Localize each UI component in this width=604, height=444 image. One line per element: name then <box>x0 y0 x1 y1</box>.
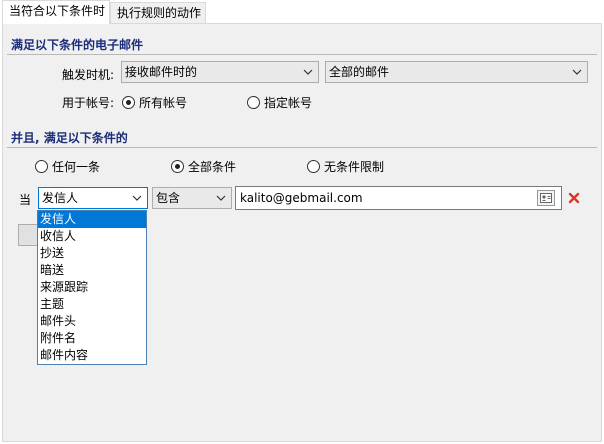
radio-no-condition[interactable]: 无条件限制 <box>307 158 384 175</box>
chevron-down-icon <box>215 188 227 208</box>
dropdown-option[interactable]: 发信人 <box>38 211 146 228</box>
operator-combo-value: 包含 <box>156 191 181 205</box>
tab-conditions[interactable]: 当符合以下条件时 <box>2 0 110 24</box>
delete-x-icon[interactable] <box>566 190 582 206</box>
radio-specific-account[interactable]: 指定帐号 <box>247 94 312 111</box>
radio-dot-icon <box>122 96 135 109</box>
condition-text-input[interactable]: kalito@gebmail.com <box>235 186 562 210</box>
trigger-label: 触发时机: <box>62 68 115 82</box>
account-label: 用于帐号: <box>62 96 115 110</box>
chevron-down-icon <box>131 188 143 208</box>
condition-prefix: 当 <box>19 193 32 207</box>
radio-dot-icon <box>247 96 260 109</box>
radio-any-condition-label: 任何一条 <box>52 160 101 174</box>
radio-all-conditions-label: 全部条件 <box>188 160 237 174</box>
trigger-combo-value: 接收邮件时的 <box>125 65 198 79</box>
trigger-combo[interactable]: 接收邮件时的 <box>121 61 319 83</box>
field-dropdown-list: 发信人 收信人 抄送 暗送 来源跟踪 主题 邮件头 附件名 邮件内容 <box>37 210 147 365</box>
dropdown-option[interactable]: 抄送 <box>38 245 146 262</box>
dropdown-option[interactable]: 邮件头 <box>38 313 146 330</box>
address-book-icon[interactable] <box>537 190 555 206</box>
dropdown-option[interactable]: 邮件内容 <box>38 347 146 364</box>
dropdown-option[interactable]: 来源跟踪 <box>38 279 146 296</box>
radio-all-accounts-label: 所有帐号 <box>139 96 188 110</box>
dropdown-option[interactable]: 暗送 <box>38 262 146 279</box>
tab-actions[interactable]: 执行规则的动作 <box>110 2 206 24</box>
radio-no-condition-label: 无条件限制 <box>324 160 385 174</box>
chevron-down-icon <box>302 62 314 82</box>
radio-specific-account-label: 指定帐号 <box>264 96 313 110</box>
radio-dot-icon <box>35 160 48 173</box>
radio-dot-icon <box>171 160 184 173</box>
chevron-down-icon <box>571 62 583 82</box>
field-combo[interactable]: 发信人 <box>38 187 148 209</box>
condition-text-value: kalito@gebmail.com <box>240 191 363 205</box>
tab-bar: 当符合以下条件时 执行规则的动作 <box>0 0 604 24</box>
radio-all-accounts[interactable]: 所有帐号 <box>122 94 187 111</box>
radio-dot-icon <box>307 160 320 173</box>
operator-combo[interactable]: 包含 <box>152 187 232 209</box>
radio-all-conditions[interactable]: 全部条件 <box>171 158 236 175</box>
section-and-title: 并且, 满足以下条件的 <box>11 131 128 145</box>
section-email-title: 满足以下条件的电子邮件 <box>11 38 144 52</box>
dropdown-option[interactable]: 附件名 <box>38 330 146 347</box>
radio-any-condition[interactable]: 任何一条 <box>35 158 100 175</box>
scope-combo[interactable]: 全部的邮件 <box>325 61 588 83</box>
scope-combo-value: 全部的邮件 <box>329 65 390 79</box>
dropdown-option[interactable]: 主题 <box>38 296 146 313</box>
dropdown-option[interactable]: 收信人 <box>38 228 146 245</box>
section-divider <box>7 147 597 148</box>
section-divider <box>7 54 597 55</box>
field-combo-value: 发信人 <box>42 191 79 205</box>
